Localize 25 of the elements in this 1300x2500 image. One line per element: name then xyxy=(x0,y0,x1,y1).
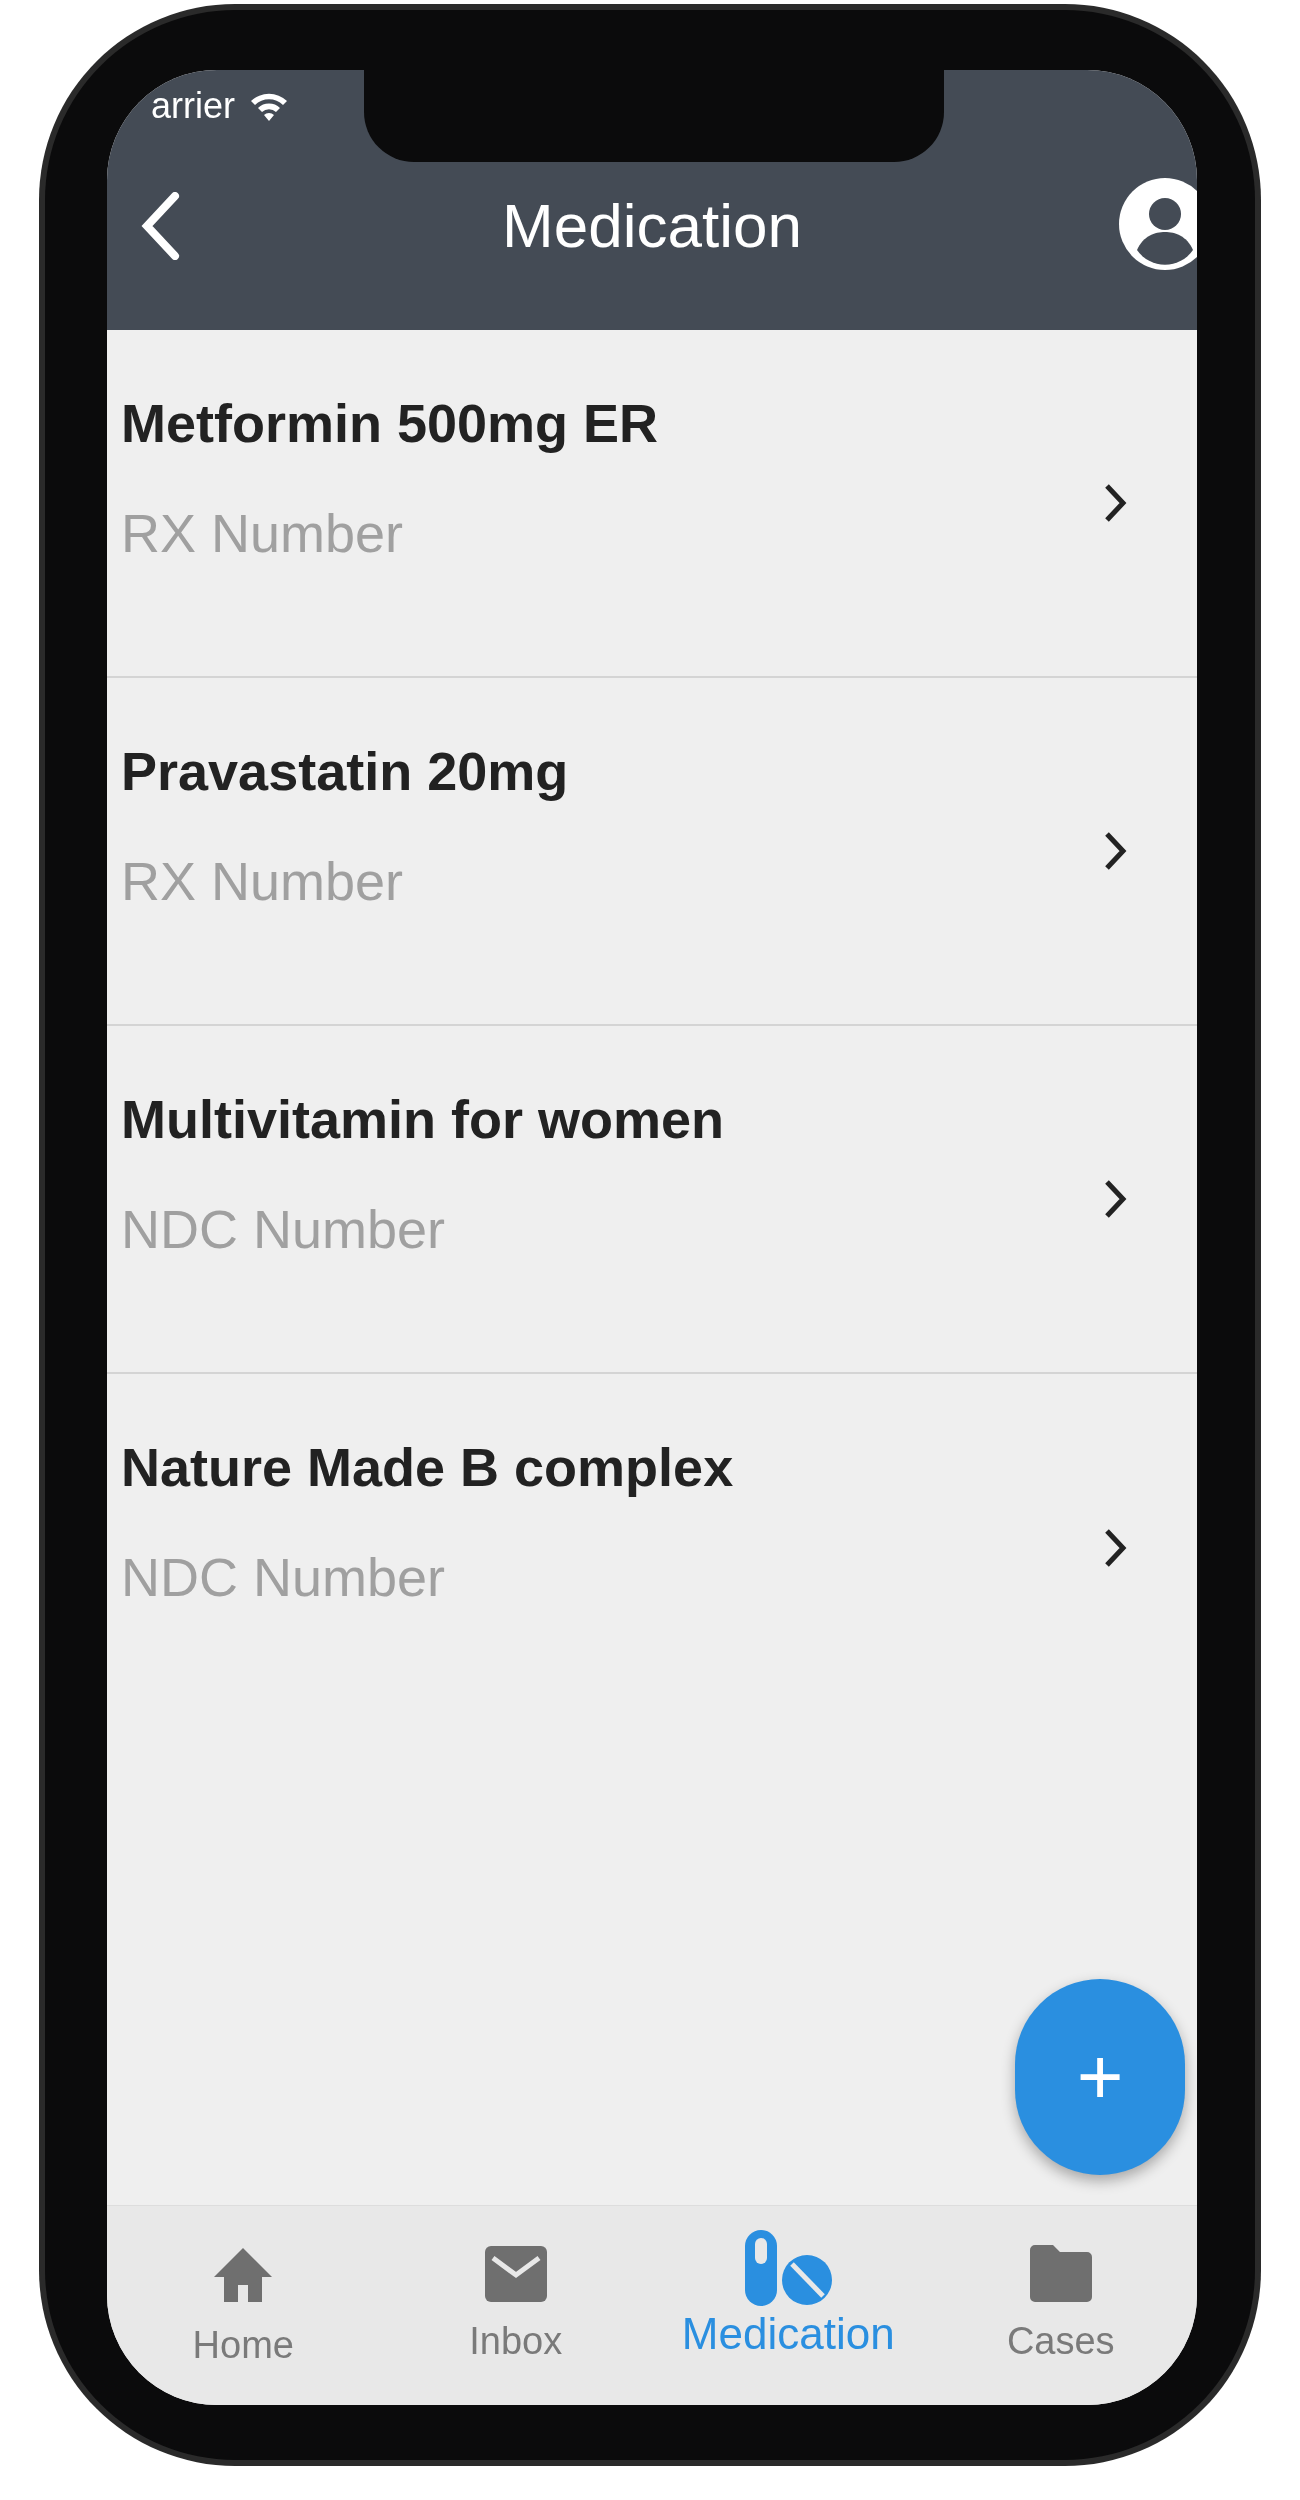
nav-tab[interactable]: Medication xyxy=(652,2230,925,2356)
pills-icon xyxy=(743,2230,834,2306)
medication-number-label: NDC Number xyxy=(121,1202,447,1256)
mail-icon xyxy=(484,2244,547,2302)
carrier-label: arrier xyxy=(151,88,235,124)
nav-tab[interactable]: Home xyxy=(107,2244,380,2364)
medication-row[interactable]: Metformin 500mg ER RX Number xyxy=(107,330,1197,678)
medication-row[interactable]: Multivitamin for women NDC Number xyxy=(107,1026,1197,1374)
folder-icon xyxy=(1029,2244,1092,2302)
screen-title: Medication xyxy=(502,195,802,257)
chevron-icon xyxy=(1103,482,1127,524)
medication-row[interactable]: Nature Made B complex NDC Number xyxy=(107,1374,1197,1722)
nav-tab[interactable]: Cases xyxy=(924,2244,1197,2360)
chevron-icon xyxy=(1103,1527,1127,1569)
add-button[interactable]: + xyxy=(1015,1979,1185,2175)
profile-icon[interactable] xyxy=(1119,178,1197,270)
medication-name: Multivitamin for women xyxy=(121,1092,726,1146)
medication-number-label: NDC Number xyxy=(121,1550,447,1604)
medication-row[interactable]: Pravastatin 20mg RX Number xyxy=(107,678,1197,1026)
medication-number-label: RX Number xyxy=(121,506,405,560)
medication-number-label: RX Number xyxy=(121,854,405,908)
chevron-icon xyxy=(1103,1178,1127,1220)
nav-tab[interactable]: Inbox xyxy=(379,2244,652,2360)
chevron-icon xyxy=(1103,830,1127,872)
back-icon[interactable] xyxy=(141,192,181,260)
